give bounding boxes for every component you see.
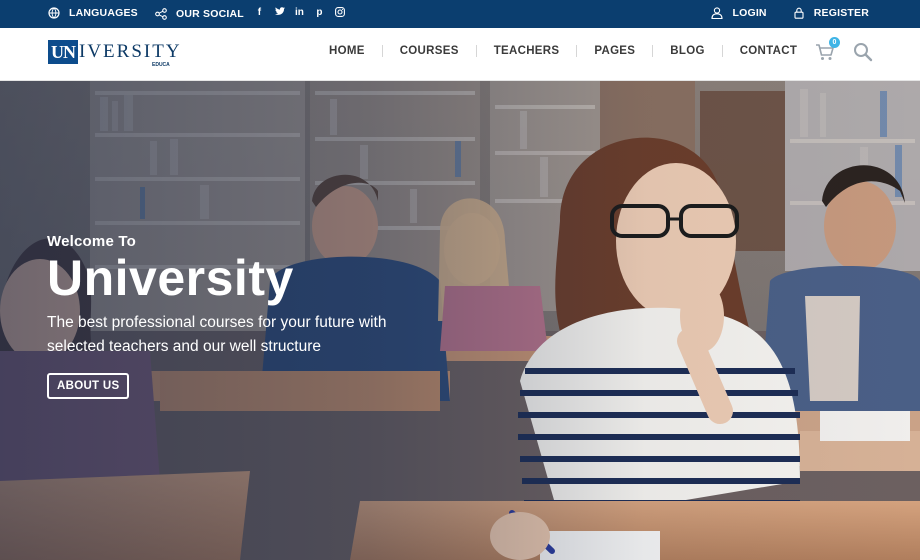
register-link[interactable]: REGISTER xyxy=(793,7,869,19)
instagram-icon[interactable] xyxy=(334,7,345,20)
about-us-button[interactable]: ABOUT US xyxy=(47,373,130,399)
top-bar: LANGUAGES OUR SOCIAL f in p LOGIN REGIST… xyxy=(0,0,920,28)
nav-blog[interactable]: BLOG xyxy=(670,45,704,57)
social-links: OUR SOCIAL f in p xyxy=(155,7,345,20)
pinterest-icon[interactable]: p xyxy=(315,7,324,20)
hero-title: University xyxy=(47,250,294,306)
nav-home[interactable]: HOME xyxy=(329,45,365,57)
share-icon xyxy=(155,7,167,20)
search-icon xyxy=(854,43,873,62)
login-link[interactable]: LOGIN xyxy=(711,7,767,19)
hero-subtitle: The best professional courses for your f… xyxy=(47,314,387,355)
languages-label: LANGUAGES xyxy=(69,7,138,19)
hero-section: Welcome To University The best professio… xyxy=(0,81,920,560)
logo-mark: UN xyxy=(48,40,78,64)
register-label: REGISTER xyxy=(813,7,869,19)
cart-count-badge: 0 xyxy=(829,37,840,48)
nav-divider xyxy=(652,45,654,57)
logo-subtext: EDUCA xyxy=(152,62,170,68)
search-button[interactable] xyxy=(853,42,873,62)
site-logo[interactable]: UN IVERSITY EDUCA xyxy=(48,40,182,68)
nav-teachers[interactable]: TEACHERS xyxy=(494,45,560,57)
twitter-icon[interactable] xyxy=(274,7,285,20)
user-icon xyxy=(711,7,724,19)
facebook-icon[interactable]: f xyxy=(255,7,264,20)
languages-menu[interactable]: LANGUAGES xyxy=(48,7,138,19)
main-header: UN IVERSITY EDUCA HOME COURSES TEACHERS … xyxy=(0,28,920,81)
lock-icon xyxy=(794,7,804,19)
logo-text: IVERSITY xyxy=(79,41,182,62)
linkedin-icon[interactable]: in xyxy=(295,7,304,20)
cart-button[interactable]: 0 xyxy=(815,37,840,63)
nav-divider xyxy=(576,45,578,57)
login-label: LOGIN xyxy=(732,7,767,19)
nav-divider xyxy=(475,45,477,57)
nav-courses[interactable]: COURSES xyxy=(400,45,459,57)
nav-divider xyxy=(721,45,723,57)
globe-icon xyxy=(48,7,60,19)
nav-divider xyxy=(381,45,383,57)
hero-content: Welcome To University The best professio… xyxy=(47,233,427,399)
social-label: OUR SOCIAL xyxy=(176,7,244,20)
nav-contact[interactable]: CONTACT xyxy=(740,45,797,57)
main-nav: HOME COURSES TEACHERS PAGES BLOG CONTACT xyxy=(329,45,797,57)
nav-pages[interactable]: PAGES xyxy=(594,45,635,57)
hero-welcome: Welcome To xyxy=(47,233,136,250)
